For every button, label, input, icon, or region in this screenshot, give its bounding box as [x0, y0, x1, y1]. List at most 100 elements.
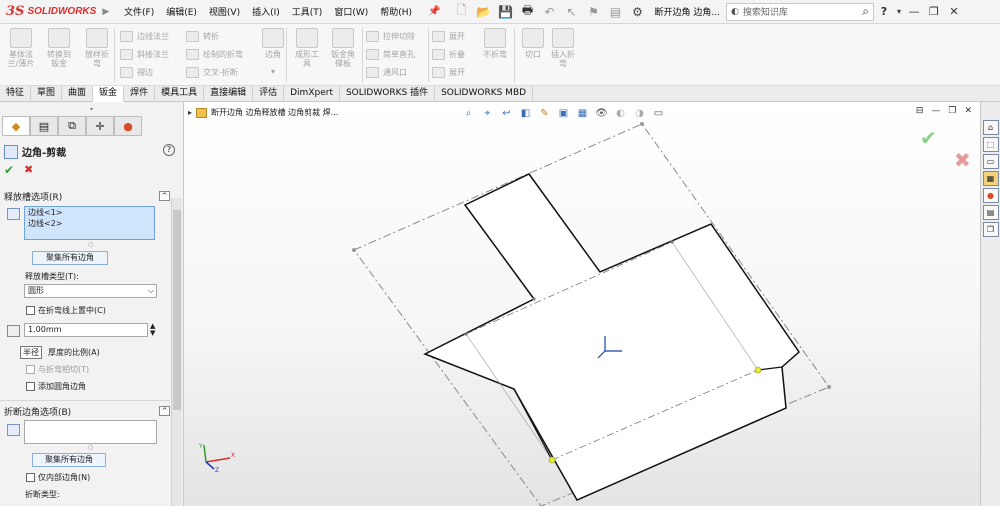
add-fillet-checkbox[interactable]: 添加圆角边角	[26, 381, 86, 392]
break-corner-header[interactable]: 折断边角选项(B) ^	[0, 404, 170, 418]
collect-all-break-corners-button[interactable]: 聚集所有边角	[32, 453, 106, 467]
new-doc-icon[interactable]: 🗋	[454, 3, 470, 20]
menu-insert[interactable]: 插入(I)	[246, 5, 286, 18]
tangent-to-bend-checkbox[interactable]: 与折弯相切(T)	[26, 364, 89, 375]
forming-tool-button[interactable]: 成形工 具	[290, 28, 324, 68]
solidworks-logo[interactable]: 3S SOLIDWORKS ▶	[0, 0, 118, 24]
miter-flange-button[interactable]: 斜接法兰	[120, 46, 169, 62]
select-icon[interactable]: ↖	[564, 4, 580, 20]
view-palette-icon[interactable]: ▦	[982, 171, 999, 186]
relief-distance-input[interactable]: 1.00mm	[24, 323, 148, 337]
collect-all-corners-button[interactable]: 聚集所有边角	[32, 251, 108, 265]
save-icon[interactable]: 💾	[498, 4, 514, 20]
restore-button[interactable]: ❐	[924, 5, 944, 18]
help-icon[interactable]: ?	[163, 144, 175, 156]
relief-type-select[interactable]: 圆形 ⌵	[24, 284, 157, 298]
convert-to-sheetmetal-button[interactable]: 转换到 钣金	[42, 28, 76, 68]
relief-options-header[interactable]: 释放槽选项(R) ^	[0, 189, 170, 203]
display-manager-tab[interactable]: ●	[114, 116, 142, 136]
minimize-button[interactable]: —	[904, 5, 924, 18]
undo-icon[interactable]: ↶	[542, 4, 558, 20]
center-on-bend-checkbox[interactable]: 在折弯线上置中(C)	[26, 305, 106, 316]
tab-mbd[interactable]: SOLIDWORKS MBD	[435, 86, 534, 102]
fold-button[interactable]: 折叠	[432, 46, 465, 62]
menu-help[interactable]: 帮助(H)	[374, 5, 418, 18]
tab-direct-edit[interactable]: 直接编辑	[204, 86, 254, 102]
checkbox-box[interactable]	[26, 382, 35, 391]
logo-expand-icon[interactable]: ▶	[102, 7, 109, 17]
tab-weldments[interactable]: 焊件	[124, 86, 156, 102]
tab-mold-tools[interactable]: 模具工具	[155, 86, 205, 102]
panel-scrollbar[interactable]	[171, 198, 182, 506]
hem-button[interactable]: 褶边	[120, 64, 153, 80]
pin-icon[interactable]: 📌	[428, 6, 440, 17]
no-bends-button[interactable]: 不折弯	[478, 28, 512, 59]
lofted-bend-button[interactable]: 放样折 弯	[80, 28, 114, 68]
close-button[interactable]: ✕	[944, 5, 964, 18]
menu-view[interactable]: 视图(V)	[203, 5, 246, 18]
rebuild-icon[interactable]: ⚑	[586, 4, 602, 20]
collapse-icon[interactable]: ^	[159, 191, 170, 201]
cross-break-button[interactable]: 交叉-折断	[186, 64, 238, 80]
extruded-cut-button[interactable]: 拉伸切除	[366, 28, 415, 44]
scroll-thumb[interactable]	[173, 210, 181, 410]
menu-tools[interactable]: 工具(T)	[286, 5, 329, 18]
feature-manager-tab[interactable]: ◆	[2, 116, 30, 136]
options-gear-icon[interactable]: ⚙	[630, 4, 646, 20]
configuration-manager-tab[interactable]: ⧉	[58, 116, 86, 136]
corners-dropdown-icon[interactable]: ▾	[256, 67, 290, 76]
collapse-icon[interactable]: ^	[159, 406, 170, 416]
base-flange-button[interactable]: 基体法 兰/薄片	[4, 28, 38, 68]
rip-button[interactable]: 切口	[516, 28, 550, 59]
sketched-bend-button[interactable]: 绘制的折弯	[186, 46, 243, 62]
search-icon[interactable]: ⌕	[862, 4, 869, 19]
tab-sketch[interactable]: 草图	[31, 86, 63, 102]
list-item[interactable]: 边线<2>	[25, 218, 154, 229]
vent-button[interactable]: 通风口	[366, 64, 407, 80]
tab-surfaces[interactable]: 曲面	[62, 86, 94, 102]
appearance-icon[interactable]: ●	[982, 188, 999, 203]
resize-handle[interactable]: ○	[88, 241, 93, 248]
edge-flange-button[interactable]: 边线法兰	[120, 28, 169, 44]
flatten-button[interactable]: 展开	[432, 64, 465, 80]
simple-hole-button[interactable]: 简单直孔	[366, 46, 415, 62]
search-input[interactable]: ◐ 搜索知识库 ⌕	[725, 2, 874, 21]
menu-file[interactable]: 文件(F)	[118, 5, 160, 18]
checkbox-box[interactable]	[26, 365, 35, 374]
edges-selection-box[interactable]: 边线<1> 边线<2>	[24, 206, 155, 240]
resize-handle[interactable]: ○	[88, 444, 93, 451]
checkbox-box[interactable]	[26, 473, 35, 482]
list-item[interactable]: 边线<1>	[25, 207, 154, 218]
property-manager-tab[interactable]: ▤	[30, 116, 58, 136]
help-dropdown-icon[interactable]: ▾	[894, 7, 904, 16]
help-icon[interactable]: ?	[874, 5, 894, 18]
file-props-icon[interactable]: ▤	[608, 4, 624, 20]
forum-icon[interactable]: ❐	[982, 222, 999, 237]
checkbox-box[interactable]	[26, 306, 35, 315]
home-icon[interactable]: ⌂	[982, 120, 999, 135]
ratio-to-thickness-checkbox[interactable]: 厚度的比例(A)	[26, 347, 100, 358]
selected-corner-point[interactable]	[754, 366, 762, 374]
jog-button[interactable]: 转折	[186, 28, 219, 44]
break-corner-selection-box[interactable]	[24, 420, 157, 444]
corners-button[interactable]: 边角 ▾	[256, 28, 290, 76]
ok-button[interactable]: ✔	[4, 163, 14, 177]
internal-corners-only-checkbox[interactable]: 仅内部边角(N)	[26, 472, 90, 483]
custom-props-icon[interactable]: ▤	[982, 205, 999, 220]
unfold-button[interactable]: 展开	[432, 28, 465, 44]
open-icon[interactable]: 📂	[476, 4, 492, 20]
print-icon[interactable]: 🖶	[520, 3, 536, 20]
cancel-button[interactable]: ✖	[24, 163, 33, 176]
folder-icon[interactable]: ▭	[982, 154, 999, 169]
menu-edit[interactable]: 编辑(E)	[160, 5, 203, 18]
tab-addins[interactable]: SOLIDWORKS 插件	[340, 86, 436, 102]
tab-features[interactable]: 特征	[0, 86, 32, 102]
insert-bends-button[interactable]: 插入折 弯	[546, 28, 580, 68]
dimxpert-manager-tab[interactable]: ✛	[86, 116, 114, 136]
spin-buttons[interactable]: ▲ ▼	[150, 323, 155, 337]
tab-sheet-metal[interactable]: 钣金	[93, 86, 125, 102]
selected-corner-point[interactable]	[548, 456, 556, 464]
panel-drag-handle[interactable]: •	[0, 102, 183, 116]
menu-window[interactable]: 窗口(W)	[328, 5, 374, 18]
graphics-area[interactable]: ▸ 断开边角 边角释放槽 边角剪裁 焊... ⌕ ⌖ ↩ ◧ ✎ ▣ ▦ 👁 ◐…	[184, 102, 980, 506]
